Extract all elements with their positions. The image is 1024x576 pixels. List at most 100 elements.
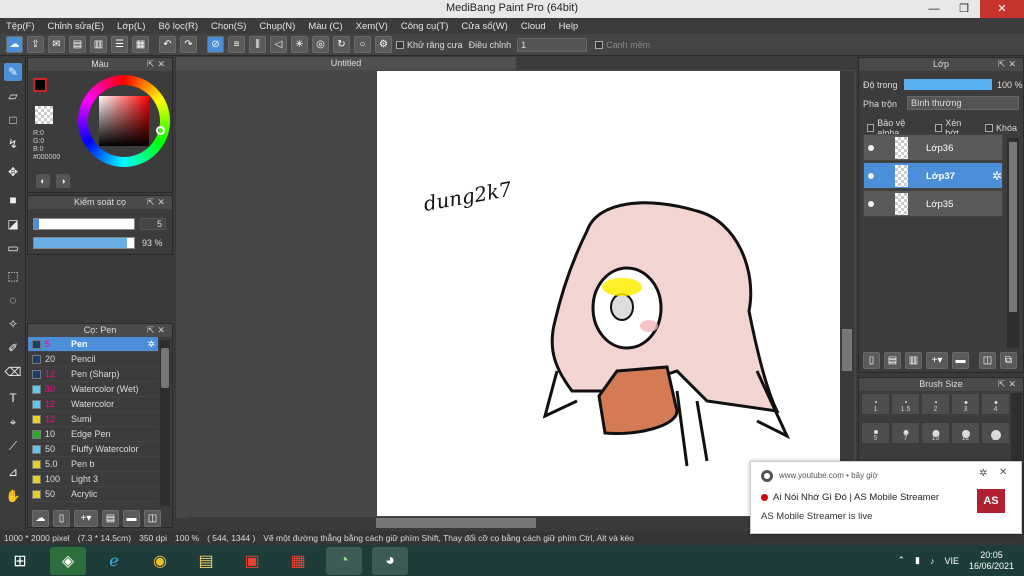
brush-item[interactable]: 10 Edge Pen [28, 427, 158, 442]
lasso-tool-icon[interactable]: ↯ [4, 135, 22, 153]
radial-snap-icon[interactable]: ✳ [291, 36, 308, 53]
brush-tool-icon[interactable]: ✎ [4, 63, 22, 81]
list-icon[interactable]: ☰ [111, 36, 128, 53]
canvas-mem-toggle[interactable]: Canh mềm [595, 40, 650, 50]
brush-item[interactable]: 20 Pencil [28, 352, 158, 367]
brush-item[interactable]: 30 Watercolor (Wet) [28, 382, 158, 397]
select-pen-icon[interactable]: ✐ [4, 339, 22, 357]
tab-untitled[interactable]: Untitled [176, 57, 516, 70]
brush-size-cell[interactable]: 5 [861, 422, 890, 444]
bucket-tool-icon[interactable]: ◪ [4, 215, 22, 233]
palette-add-icon[interactable]: ◑ [56, 174, 70, 188]
brush-size-cell[interactable]: 7 [891, 422, 920, 444]
medibang-taskbar-icon[interactable]: ◕ [372, 546, 408, 575]
visibility-icon[interactable] [868, 173, 874, 179]
brush-item[interactable]: 12 Sumi [28, 412, 158, 427]
saturation-square[interactable] [99, 96, 149, 146]
brush-size-cell[interactable]: 1 [861, 393, 890, 415]
hue-wheel[interactable] [78, 75, 170, 167]
menu-snap[interactable]: Chụp(N) [259, 21, 295, 32]
brush-new-icon[interactable]: ▯ [53, 510, 70, 527]
layer-row[interactable]: Lớp36 [863, 134, 1003, 161]
no-snap-icon[interactable]: ⊘ [207, 36, 224, 53]
panel-close-icon[interactable]: ⇱✕ [147, 58, 168, 71]
app-grid-icon[interactable]: ▦ [280, 547, 316, 575]
brush-size-cell[interactable]: 10 [921, 422, 950, 444]
brush-item[interactable]: 5.0 Pen b [28, 457, 158, 472]
canvas-vertical-scrollbar[interactable] [840, 71, 854, 516]
internet-explorer-icon[interactable]: ℯ [96, 547, 132, 575]
visibility-icon[interactable] [868, 201, 874, 207]
brush-folder-icon[interactable]: ▬ [123, 510, 140, 527]
ellipse-snap-icon[interactable]: ○ [354, 36, 371, 53]
brush-item[interactable]: 12 Watercolor [28, 397, 158, 412]
select-lasso-icon[interactable]: ◌ [4, 291, 22, 309]
eraser-tool-icon[interactable]: ▱ [4, 87, 22, 105]
panel-close-icon[interactable]: ⇱✕ [998, 378, 1019, 391]
brush-list-scrollbar[interactable] [160, 340, 170, 506]
layer-settings-icon[interactable]: ✲ [992, 169, 1002, 183]
parallel-snap-icon[interactable]: ≡ [228, 36, 245, 53]
notification-toast[interactable]: www.youtube.com • bây giờ ✲ ✕ Ai Nói Nhớ… [750, 461, 1022, 534]
new-layer-icon[interactable]: ▯ [863, 352, 880, 369]
brush-delete-icon[interactable]: ◫ [144, 510, 161, 527]
volume-icon[interactable]: ♪ [930, 556, 935, 566]
snap-settings-icon[interactable]: ⚙ [375, 36, 392, 53]
panel-close-icon[interactable]: ⇱✕ [147, 324, 168, 337]
brush-size-cell[interactable]: 4 [981, 393, 1010, 415]
menu-help[interactable]: Help [559, 21, 579, 32]
brush-size-cell[interactable]: 1.5 [891, 393, 920, 415]
layer-list-scrollbar[interactable] [1007, 138, 1019, 348]
magic-wand-icon[interactable]: ✧ [4, 315, 22, 333]
transparent-color-swatch[interactable] [35, 106, 53, 124]
layer-row-active[interactable]: Lớp37 ✲ [863, 162, 1003, 189]
notification-close-icon[interactable]: ✕ [999, 467, 1007, 478]
brush-settings-icon[interactable]: ✲ [147, 339, 155, 350]
vanishing-snap-icon[interactable]: ◁ [270, 36, 287, 53]
brush-size-cell[interactable]: 15 [981, 422, 1010, 444]
brush-copy-icon[interactable]: ▤ [102, 510, 119, 527]
language-indicator[interactable]: VIE [944, 556, 959, 566]
camtasia-icon[interactable]: ◔ [326, 546, 362, 575]
operation-tool-icon[interactable]: ⌖ [4, 413, 22, 431]
fill-rect-tool-icon[interactable]: ■ [4, 191, 22, 209]
rect-tool-icon[interactable]: □ [4, 111, 22, 129]
menu-filter[interactable]: Bộ lọc(R) [158, 21, 198, 32]
drawing-canvas[interactable]: dung2k7 [377, 71, 841, 516]
select-eraser-icon[interactable]: ⌫ [4, 363, 22, 381]
antialias-toggle[interactable]: Khử răng cưa [396, 40, 463, 50]
close-button[interactable]: ✕ [980, 0, 1024, 18]
comment-icon[interactable]: ✉ [48, 36, 65, 53]
select-rect-icon[interactable]: ⬚ [4, 267, 22, 285]
add-layer-menu-icon[interactable]: +▾ [926, 352, 948, 369]
new-layer-8bit-icon[interactable]: ▤ [884, 352, 901, 369]
antialias-checkbox[interactable] [396, 40, 404, 49]
brush-item[interactable]: 100 Light 3 [28, 472, 158, 487]
blend-mode-select[interactable]: Bình thường [907, 96, 1019, 110]
panel-close-icon[interactable]: ⇱✕ [147, 196, 168, 209]
brush-cloud-icon[interactable]: ☁ [32, 510, 49, 527]
windows-start-icon[interactable]: ⊞ [0, 547, 40, 575]
share-icon[interactable]: ⇪ [27, 36, 44, 53]
chat-icon[interactable]: ▤ [69, 36, 86, 53]
minimize-button[interactable]: — [920, 0, 948, 18]
canvas-mem-checkbox[interactable] [595, 40, 604, 49]
menu-edit[interactable]: Chỉnh sửa(E) [48, 21, 105, 32]
brush-size-cell[interactable]: 3 [951, 393, 980, 415]
duplicate-layer-icon[interactable]: ◫ [979, 352, 996, 369]
menu-cloud[interactable]: Cloud [521, 21, 546, 32]
brush-item[interactable]: 50 Acrylic [28, 487, 158, 502]
clock[interactable]: 20:05 16/06/2021 [969, 550, 1014, 572]
brush-item[interactable]: 50 Fluffy Watercolor [28, 442, 158, 457]
redo-icon[interactable]: ↷ [180, 36, 197, 53]
eyedrop-tool-icon[interactable]: ⊿ [4, 463, 22, 481]
correction-select[interactable]: 1 [517, 37, 588, 52]
foreground-color-swatch[interactable] [33, 78, 47, 92]
brush-item[interactable]: 12 Pen (Sharp) [28, 367, 158, 382]
grid-icon[interactable]: ▦ [132, 36, 149, 53]
brush-add-icon[interactable]: +▾ [74, 510, 98, 527]
office-icon[interactable]: ▣ [234, 547, 270, 575]
menu-color[interactable]: Màu (C) [308, 21, 342, 32]
new-layer-1bit-icon[interactable]: ▥ [905, 352, 922, 369]
text-tool-icon[interactable]: T [4, 389, 22, 407]
